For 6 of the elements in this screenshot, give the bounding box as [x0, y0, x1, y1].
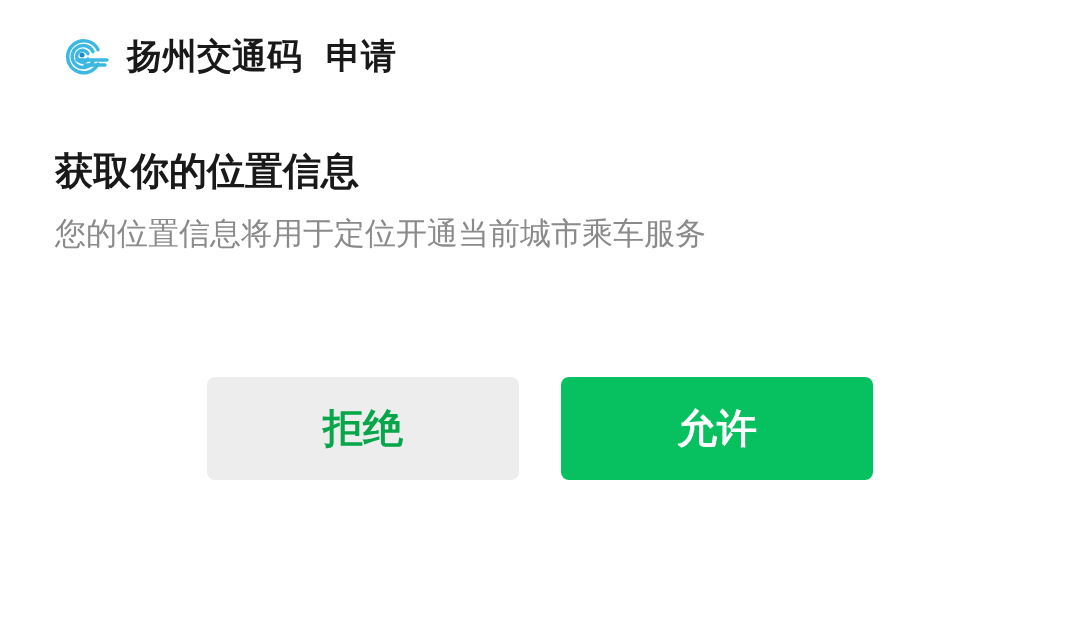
permission-description: 您的位置信息将用于定位开通当前城市乘车服务 — [55, 214, 707, 253]
permission-title: 获取你的位置信息 — [55, 148, 360, 195]
deny-button[interactable]: 拒绝 — [207, 377, 519, 480]
request-label: 申请 — [326, 34, 396, 78]
app-name: 扬州交通码 — [127, 34, 302, 78]
allow-button[interactable]: 允许 — [561, 377, 873, 480]
